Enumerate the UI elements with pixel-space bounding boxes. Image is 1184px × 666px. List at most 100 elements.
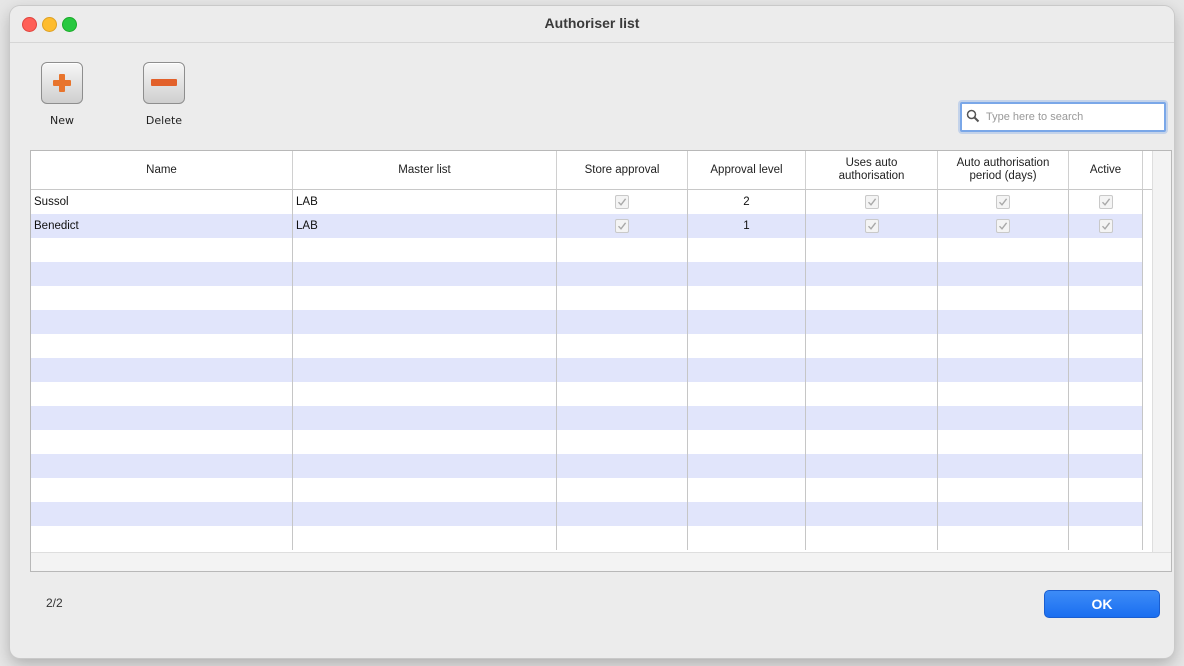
checkbox[interactable] bbox=[996, 194, 1010, 209]
delete-button[interactable] bbox=[143, 62, 185, 104]
checkbox[interactable] bbox=[996, 218, 1010, 233]
cell-store-approval bbox=[557, 310, 688, 334]
empty-table-row[interactable] bbox=[31, 238, 1143, 262]
empty-table-row[interactable] bbox=[31, 478, 1143, 502]
empty-table-row[interactable] bbox=[31, 310, 1143, 334]
cell-master-list bbox=[293, 310, 557, 334]
cell-master-list bbox=[293, 238, 557, 262]
new-label: New bbox=[50, 114, 74, 127]
cell-uses-auto-authorisation bbox=[806, 214, 938, 238]
empty-table-row[interactable] bbox=[31, 382, 1143, 406]
ok-button[interactable]: OK bbox=[1044, 590, 1160, 618]
vertical-scrollbar[interactable] bbox=[1152, 151, 1171, 571]
cell-auto-authorisation-period bbox=[938, 190, 1069, 214]
checkbox[interactable] bbox=[864, 194, 879, 209]
cell-active bbox=[1069, 334, 1143, 358]
cell-master-list bbox=[293, 526, 557, 550]
cell-name bbox=[31, 262, 293, 286]
cell-approval-level bbox=[688, 526, 806, 550]
cell-approval-level bbox=[688, 238, 806, 262]
column-header-store-approval[interactable]: Store approval bbox=[557, 151, 688, 189]
column-header-approval-level[interactable]: Approval level bbox=[688, 151, 806, 189]
cell-auto-authorisation-period bbox=[938, 526, 1069, 550]
empty-table-row[interactable] bbox=[31, 334, 1143, 358]
cell-store-approval bbox=[557, 430, 688, 454]
cell-store-approval bbox=[557, 406, 688, 430]
cell-active bbox=[1069, 190, 1143, 214]
search-input[interactable] bbox=[984, 107, 1158, 127]
cell-master-list bbox=[293, 454, 557, 478]
cell-uses-auto-authorisation bbox=[806, 262, 938, 286]
column-header-master-list[interactable]: Master list bbox=[293, 151, 557, 189]
cell-auto-authorisation-period bbox=[938, 430, 1069, 454]
cell-master-list bbox=[293, 286, 557, 310]
new-button[interactable] bbox=[41, 62, 83, 104]
empty-table-row[interactable] bbox=[31, 430, 1143, 454]
checkbox[interactable] bbox=[864, 218, 879, 233]
cell-store-approval bbox=[557, 214, 688, 238]
cell-active bbox=[1069, 406, 1143, 430]
cell-approval-level bbox=[688, 262, 806, 286]
checkbox[interactable] bbox=[1098, 218, 1113, 233]
cell-uses-auto-authorisation bbox=[806, 334, 938, 358]
cell-store-approval bbox=[557, 526, 688, 550]
cell-active bbox=[1069, 502, 1143, 526]
window-title: Authoriser list bbox=[544, 15, 640, 31]
cell-approval-level bbox=[688, 286, 806, 310]
cell-uses-auto-authorisation bbox=[806, 358, 938, 382]
cell-name bbox=[31, 382, 293, 406]
cell-name bbox=[31, 334, 293, 358]
title-bar: Authoriser list bbox=[10, 6, 1174, 43]
checkmark-icon bbox=[867, 198, 876, 206]
cell-active bbox=[1069, 526, 1143, 550]
cell-store-approval bbox=[557, 190, 688, 214]
cell-name bbox=[31, 286, 293, 310]
empty-table-row[interactable] bbox=[31, 406, 1143, 430]
cell-store-approval bbox=[557, 286, 688, 310]
cell-uses-auto-authorisation bbox=[806, 430, 938, 454]
cell-auto-authorisation-period bbox=[938, 214, 1069, 238]
horizontal-scrollbar[interactable] bbox=[31, 552, 1171, 571]
cell-active bbox=[1069, 478, 1143, 502]
column-header-active[interactable]: Active bbox=[1069, 151, 1143, 189]
cell-approval-level bbox=[688, 334, 806, 358]
search-field[interactable] bbox=[960, 102, 1166, 132]
empty-table-row[interactable] bbox=[31, 502, 1143, 526]
column-header-auto-authorisation-period[interactable]: Auto authorisation period (days) bbox=[938, 151, 1069, 189]
cell-active bbox=[1069, 214, 1143, 238]
cell-master-list bbox=[293, 358, 557, 382]
cell-name bbox=[31, 502, 293, 526]
empty-table-row[interactable] bbox=[31, 286, 1143, 310]
checkbox[interactable] bbox=[615, 218, 629, 233]
checkmark-icon bbox=[1101, 222, 1110, 230]
column-header-uses-auto-authorisation[interactable]: Uses auto authorisation bbox=[806, 151, 938, 189]
checkmark-icon bbox=[998, 222, 1008, 230]
cell-uses-auto-authorisation bbox=[806, 454, 938, 478]
cell-auto-authorisation-period bbox=[938, 310, 1069, 334]
empty-table-row[interactable] bbox=[31, 358, 1143, 382]
cell-master-list bbox=[293, 502, 557, 526]
cell-active bbox=[1069, 238, 1143, 262]
cell-uses-auto-authorisation bbox=[806, 526, 938, 550]
new-tool[interactable]: New bbox=[32, 62, 92, 127]
cell-uses-auto-authorisation bbox=[806, 286, 938, 310]
table-row[interactable]: Benedict LAB 1 bbox=[31, 214, 1143, 238]
cell-master-list bbox=[293, 430, 557, 454]
delete-tool[interactable]: Delete bbox=[134, 62, 194, 127]
cell-master-list bbox=[293, 262, 557, 286]
empty-table-row[interactable] bbox=[31, 526, 1143, 550]
checkbox[interactable] bbox=[615, 194, 629, 209]
cell-name bbox=[31, 406, 293, 430]
cell-approval-level bbox=[688, 454, 806, 478]
cell-store-approval bbox=[557, 334, 688, 358]
checkbox[interactable] bbox=[1098, 194, 1113, 209]
cell-master-list: LAB bbox=[293, 190, 557, 214]
cell-name: Sussol bbox=[31, 190, 293, 214]
table-row[interactable]: Sussol LAB 2 bbox=[31, 190, 1143, 214]
checkmark-icon bbox=[617, 198, 627, 206]
column-header-name[interactable]: Name bbox=[31, 151, 293, 189]
empty-table-row[interactable] bbox=[31, 262, 1143, 286]
empty-table-row[interactable] bbox=[31, 454, 1143, 478]
cell-approval-level bbox=[688, 382, 806, 406]
cell-name bbox=[31, 430, 293, 454]
